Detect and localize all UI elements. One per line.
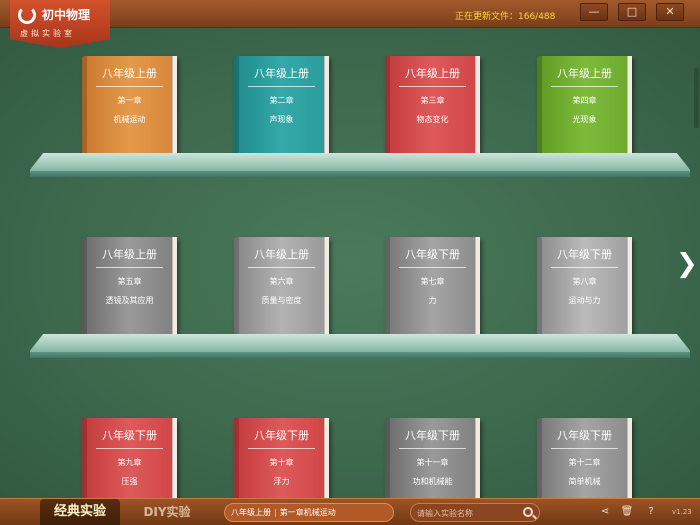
app-logo: 初中物理 虚拟实验室 [10,0,110,48]
book-chapter: 第九章 [117,458,142,467]
book-chapter: 第一章 [117,96,142,105]
book-chapter: 第十一章 [416,458,449,467]
book-chapter: 第十二章 [568,458,601,467]
breadcrumb[interactable]: 八年级上册 | 第一章机械运动 [224,503,394,522]
book-chapter: 第七章 [420,277,445,286]
book-chapter-5[interactable]: 八年级上册 第五章 透镜及其应用 [82,237,177,349]
book-chapter: 第六章 [269,277,294,286]
book-title: 光现象 [572,115,597,124]
book-title: 力 [428,296,437,305]
tab-diy-experiments[interactable]: DIY实验 [136,499,198,525]
book-chapter: 第十章 [269,458,294,467]
book-grade: 八年级上册 [254,67,309,80]
book-chapter-3[interactable]: 八年级上册 第三章 物态变化 [385,56,480,168]
chevron-right-icon[interactable]: ❯ [676,250,698,278]
book-chapter-8[interactable]: 八年级下册 第八章 运动与力 [537,237,632,349]
app-subtitle: 虚拟实验室 [20,29,75,38]
tab-classic-experiments[interactable]: 经典实验 [40,499,120,525]
book-grade: 八年级上册 [102,248,157,261]
book-grade: 八年级下册 [557,248,612,261]
book-chapter-2[interactable]: 八年级上册 第二章 声现象 [234,56,329,168]
book-grade: 八年级上册 [405,67,460,80]
book-title: 简单机械 [568,477,601,486]
book-title: 质量与密度 [261,296,302,305]
search-input[interactable] [417,506,517,520]
help-icon[interactable]: ? [644,505,658,519]
update-status: 正在更新文件：166/488 [455,12,556,22]
book-grade: 八年级下册 [254,429,309,442]
close-button[interactable]: ✕ [656,3,684,21]
magnet-icon [18,6,36,24]
book-chapter: 第四章 [572,96,597,105]
book-title: 压强 [121,477,138,486]
book-chapter-4[interactable]: 八年级上册 第四章 光现象 [537,56,632,168]
book-chapter-7[interactable]: 八年级下册 第七章 力 [385,237,480,349]
book-grade: 八年级上册 [254,248,309,261]
book-grade: 八年级上册 [557,67,612,80]
book-grade: 八年级下册 [557,429,612,442]
search-icon[interactable] [523,507,533,517]
book-chapter-1[interactable]: 八年级上册 第一章 机械运动 [82,56,177,168]
book-chapter: 第五章 [117,277,142,286]
breadcrumb-grade[interactable]: 八年级上册 [231,508,271,517]
book-title: 运动与力 [568,296,601,305]
app-title: 初中物理 [42,8,91,22]
book-grade: 八年级下册 [405,248,460,261]
breadcrumb-chapter[interactable]: 第一章机械运动 [280,508,336,517]
book-grade: 八年级上册 [102,67,157,80]
book-chapter: 第三章 [420,96,445,105]
book-title: 物态变化 [416,115,449,124]
book-chapter: 第八章 [572,277,597,286]
book-title: 功和机械能 [412,477,453,486]
book-title: 机械运动 [113,115,146,124]
book-title: 浮力 [273,477,290,486]
scrollbar[interactable] [694,68,699,128]
bookshelf: 八年级上册 第一章 机械运动 八年级上册 第二章 声现象 八年级上册 第三章 物… [0,28,700,525]
trash-icon[interactable]: 🗑 [620,505,634,519]
book-title: 透镜及其应用 [105,296,154,305]
book-chapter: 第二章 [269,96,294,105]
maximize-button[interactable]: □ [618,3,646,21]
bottom-toolbar: 经典实验 DIY实验 八年级上册|第一章机械运动 ⋖ 🗑 ? v1.23 [0,498,700,525]
book-title: 声现象 [269,115,294,124]
book-grade: 八年级下册 [405,429,460,442]
book-grade: 八年级下册 [102,429,157,442]
version-label: v1.23 [672,508,692,516]
search-box[interactable] [410,503,540,522]
book-chapter-6[interactable]: 八年级上册 第六章 质量与密度 [234,237,329,349]
share-icon[interactable]: ⋖ [598,505,612,519]
minimize-button[interactable]: — [580,3,608,21]
